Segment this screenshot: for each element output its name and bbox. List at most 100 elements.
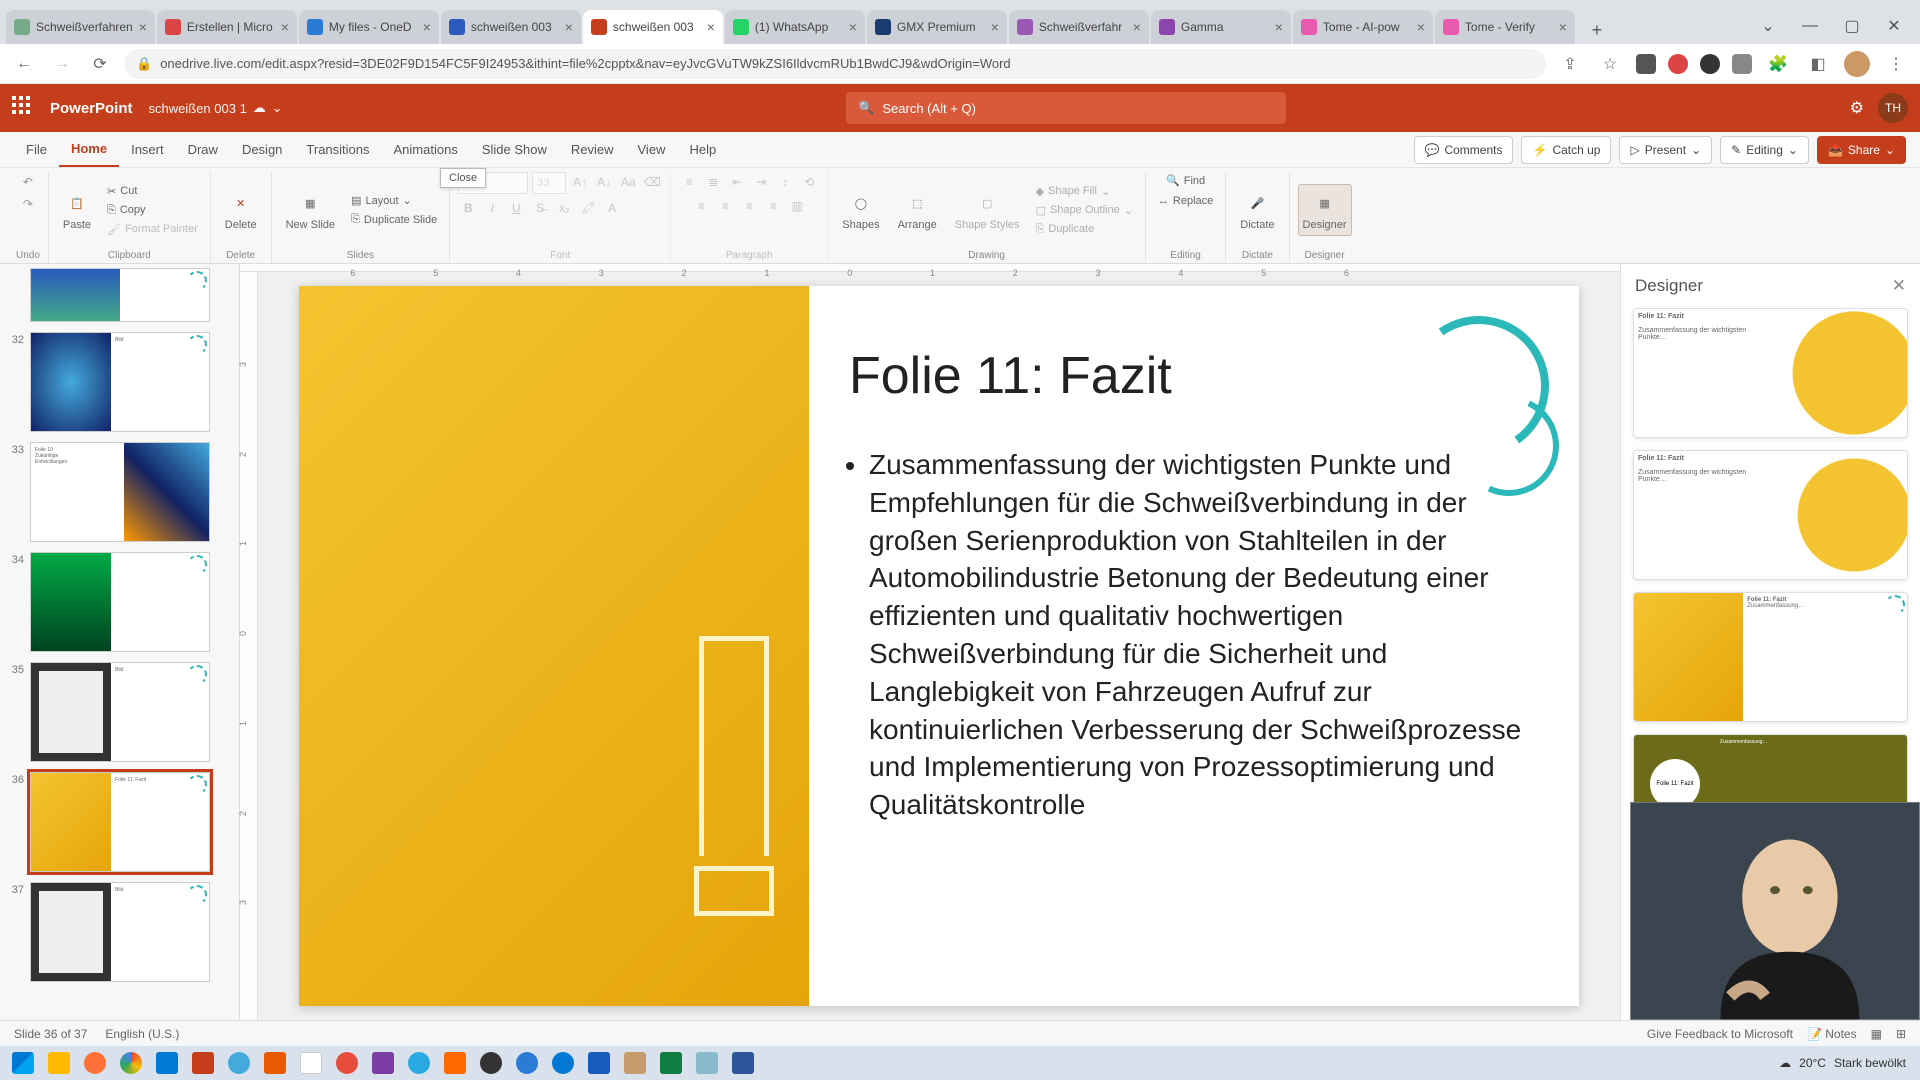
taskbar-app[interactable] (690, 1048, 724, 1078)
forward-icon[interactable]: → (48, 50, 76, 78)
italic-icon[interactable]: I (482, 198, 502, 218)
copy-button[interactable]: ⎘ Copy (103, 202, 202, 219)
bullets-icon[interactable]: ≡ (679, 172, 699, 192)
clear-format-icon[interactable]: ⌫ (642, 172, 662, 192)
tab-transitions[interactable]: Transitions (294, 132, 381, 167)
designer-button[interactable]: ▦Designer (1298, 184, 1352, 236)
start-button[interactable] (6, 1048, 40, 1078)
tab-slideshow[interactable]: Slide Show (470, 132, 559, 167)
maximize-icon[interactable]: ▢ (1832, 12, 1872, 40)
duplicate-slide-button[interactable]: ⎘ Duplicate Slide (347, 211, 441, 228)
slide-thumbnails[interactable]: 32 Bild 33 Folie 10ZukünftigeEntwicklung… (0, 264, 240, 1020)
feedback-link[interactable]: Give Feedback to Microsoft (1647, 1027, 1793, 1041)
taskbar-app[interactable] (654, 1048, 688, 1078)
present-button[interactable]: ▷ Present ⌄ (1619, 136, 1712, 164)
strike-icon[interactable]: S̶ (530, 198, 550, 218)
taskbar-app[interactable] (222, 1048, 256, 1078)
tab-review[interactable]: Review (559, 132, 626, 167)
browser-tab[interactable]: GMX Premium× (867, 10, 1007, 44)
taskbar-app[interactable] (438, 1048, 472, 1078)
weather-icon[interactable]: ☁ (1779, 1056, 1791, 1070)
new-tab-button[interactable]: + (1583, 16, 1611, 44)
redo-icon[interactable]: ↷ (18, 194, 38, 214)
browser-tab[interactable]: Tome - Verify× (1435, 10, 1575, 44)
format-painter-button[interactable]: 🖌 Format Painter (103, 221, 202, 238)
close-icon[interactable]: × (565, 19, 573, 35)
close-icon[interactable]: × (1133, 19, 1141, 35)
extensions-icon[interactable]: 🧩 (1764, 50, 1792, 78)
url-input[interactable]: 🔒 onedrive.live.com/edit.aspx?resid=3DE0… (124, 49, 1546, 79)
shape-outline-button[interactable]: ▢ Shape Outline ⌄ (1032, 202, 1137, 219)
highlight-icon[interactable]: 🖍 (578, 198, 598, 218)
font-color-icon[interactable]: A (602, 198, 622, 218)
chevron-down-icon[interactable]: ⌄ (1748, 12, 1788, 40)
taskbar-app[interactable] (150, 1048, 184, 1078)
shapes-button[interactable]: ◯Shapes (836, 187, 885, 233)
taskbar-app[interactable] (618, 1048, 652, 1078)
slide-thumbnail[interactable]: Bild (30, 882, 210, 982)
tab-design[interactable]: Design (230, 132, 294, 167)
taskbar-app[interactable] (546, 1048, 580, 1078)
delete-button[interactable]: ✕Delete (219, 187, 263, 233)
tab-draw[interactable]: Draw (176, 132, 230, 167)
text-direction-icon[interactable]: ⟲ (799, 172, 819, 192)
slide-canvas[interactable]: Folie 11: Fazit Zusammenfassung der wich… (299, 286, 1579, 1006)
sidepanel-icon[interactable]: ◧ (1804, 50, 1832, 78)
arrange-button[interactable]: ⬚Arrange (892, 187, 943, 233)
underline-icon[interactable]: U (506, 198, 526, 218)
new-slide-button[interactable]: ▦New Slide (280, 187, 342, 233)
browser-tab[interactable]: My files - OneD× (299, 10, 439, 44)
close-icon[interactable]: × (1275, 19, 1283, 35)
duplicate-button[interactable]: ⎘ Duplicate (1032, 221, 1137, 238)
find-button[interactable]: 🔍 Find (1162, 172, 1209, 189)
gear-icon[interactable]: ⚙ (1850, 98, 1864, 118)
close-window-icon[interactable]: ✕ (1874, 12, 1914, 40)
grow-font-icon[interactable]: A↑ (570, 172, 590, 192)
layout-button[interactable]: ▤ Layout ⌄ (347, 192, 441, 209)
close-icon[interactable]: × (281, 19, 289, 35)
menu-icon[interactable]: ⋮ (1882, 50, 1910, 78)
profile-avatar[interactable] (1844, 51, 1870, 77)
cut-button[interactable]: ✂ Cut (103, 183, 202, 200)
design-suggestion[interactable]: Folie 11: FazitZusammenfassung der wicht… (1633, 308, 1908, 438)
columns-icon[interactable]: ▥ (787, 196, 807, 216)
taskbar-app[interactable] (294, 1048, 328, 1078)
close-icon[interactable]: × (991, 19, 999, 35)
taskbar-app[interactable] (582, 1048, 616, 1078)
tab-home[interactable]: Home (59, 132, 119, 167)
taskbar-app[interactable] (78, 1048, 112, 1078)
reload-icon[interactable]: ⟳ (86, 50, 114, 78)
browser-tab[interactable]: schweißen 003× (441, 10, 581, 44)
browser-tab[interactable]: (1) WhatsApp× (725, 10, 865, 44)
sorter-view-icon[interactable]: ⊞ (1896, 1027, 1906, 1041)
app-launcher-icon[interactable] (12, 96, 36, 120)
tab-insert[interactable]: Insert (119, 132, 176, 167)
line-spacing-icon[interactable]: ↕ (775, 172, 795, 192)
browser-tab[interactable]: Gamma× (1151, 10, 1291, 44)
taskbar-app[interactable] (330, 1048, 364, 1078)
slide-thumbnail-selected[interactable]: Folie 11: Fazit (30, 772, 210, 872)
share-button[interactable]: 📤 Share ⌄ (1817, 136, 1906, 164)
search-box[interactable]: 🔍 Search (Alt + Q) (846, 92, 1286, 124)
taskbar-app[interactable] (258, 1048, 292, 1078)
font-size-select[interactable]: 33 (532, 172, 566, 194)
shrink-font-icon[interactable]: A↓ (594, 172, 614, 192)
indent-icon[interactable]: ⇥ (751, 172, 771, 192)
temperature[interactable]: 20°C (1799, 1056, 1826, 1070)
tab-animations[interactable]: Animations (382, 132, 470, 167)
dictate-button[interactable]: 🎤Dictate (1234, 187, 1280, 233)
minimize-icon[interactable]: — (1790, 12, 1830, 40)
align-right-icon[interactable]: ≡ (739, 196, 759, 216)
comments-button[interactable]: 💬 Comments (1414, 136, 1514, 164)
document-name[interactable]: schweißen 003 1☁⌄ (149, 100, 283, 116)
numbering-icon[interactable]: ≣ (703, 172, 723, 192)
close-icon[interactable]: ✕ (1892, 276, 1906, 296)
shape-fill-button[interactable]: ◆ Shape Fill ⌄ (1032, 183, 1137, 200)
browser-tab[interactable]: Schweißverfahr× (1009, 10, 1149, 44)
weather-text[interactable]: Stark bewölkt (1834, 1056, 1906, 1070)
taskbar-app[interactable] (510, 1048, 544, 1078)
star-icon[interactable]: ☆ (1596, 50, 1624, 78)
browser-tab[interactable]: Tome - AI-pow× (1293, 10, 1433, 44)
browser-tab-active[interactable]: schweißen 003× (583, 10, 723, 44)
taskbar-app[interactable] (402, 1048, 436, 1078)
